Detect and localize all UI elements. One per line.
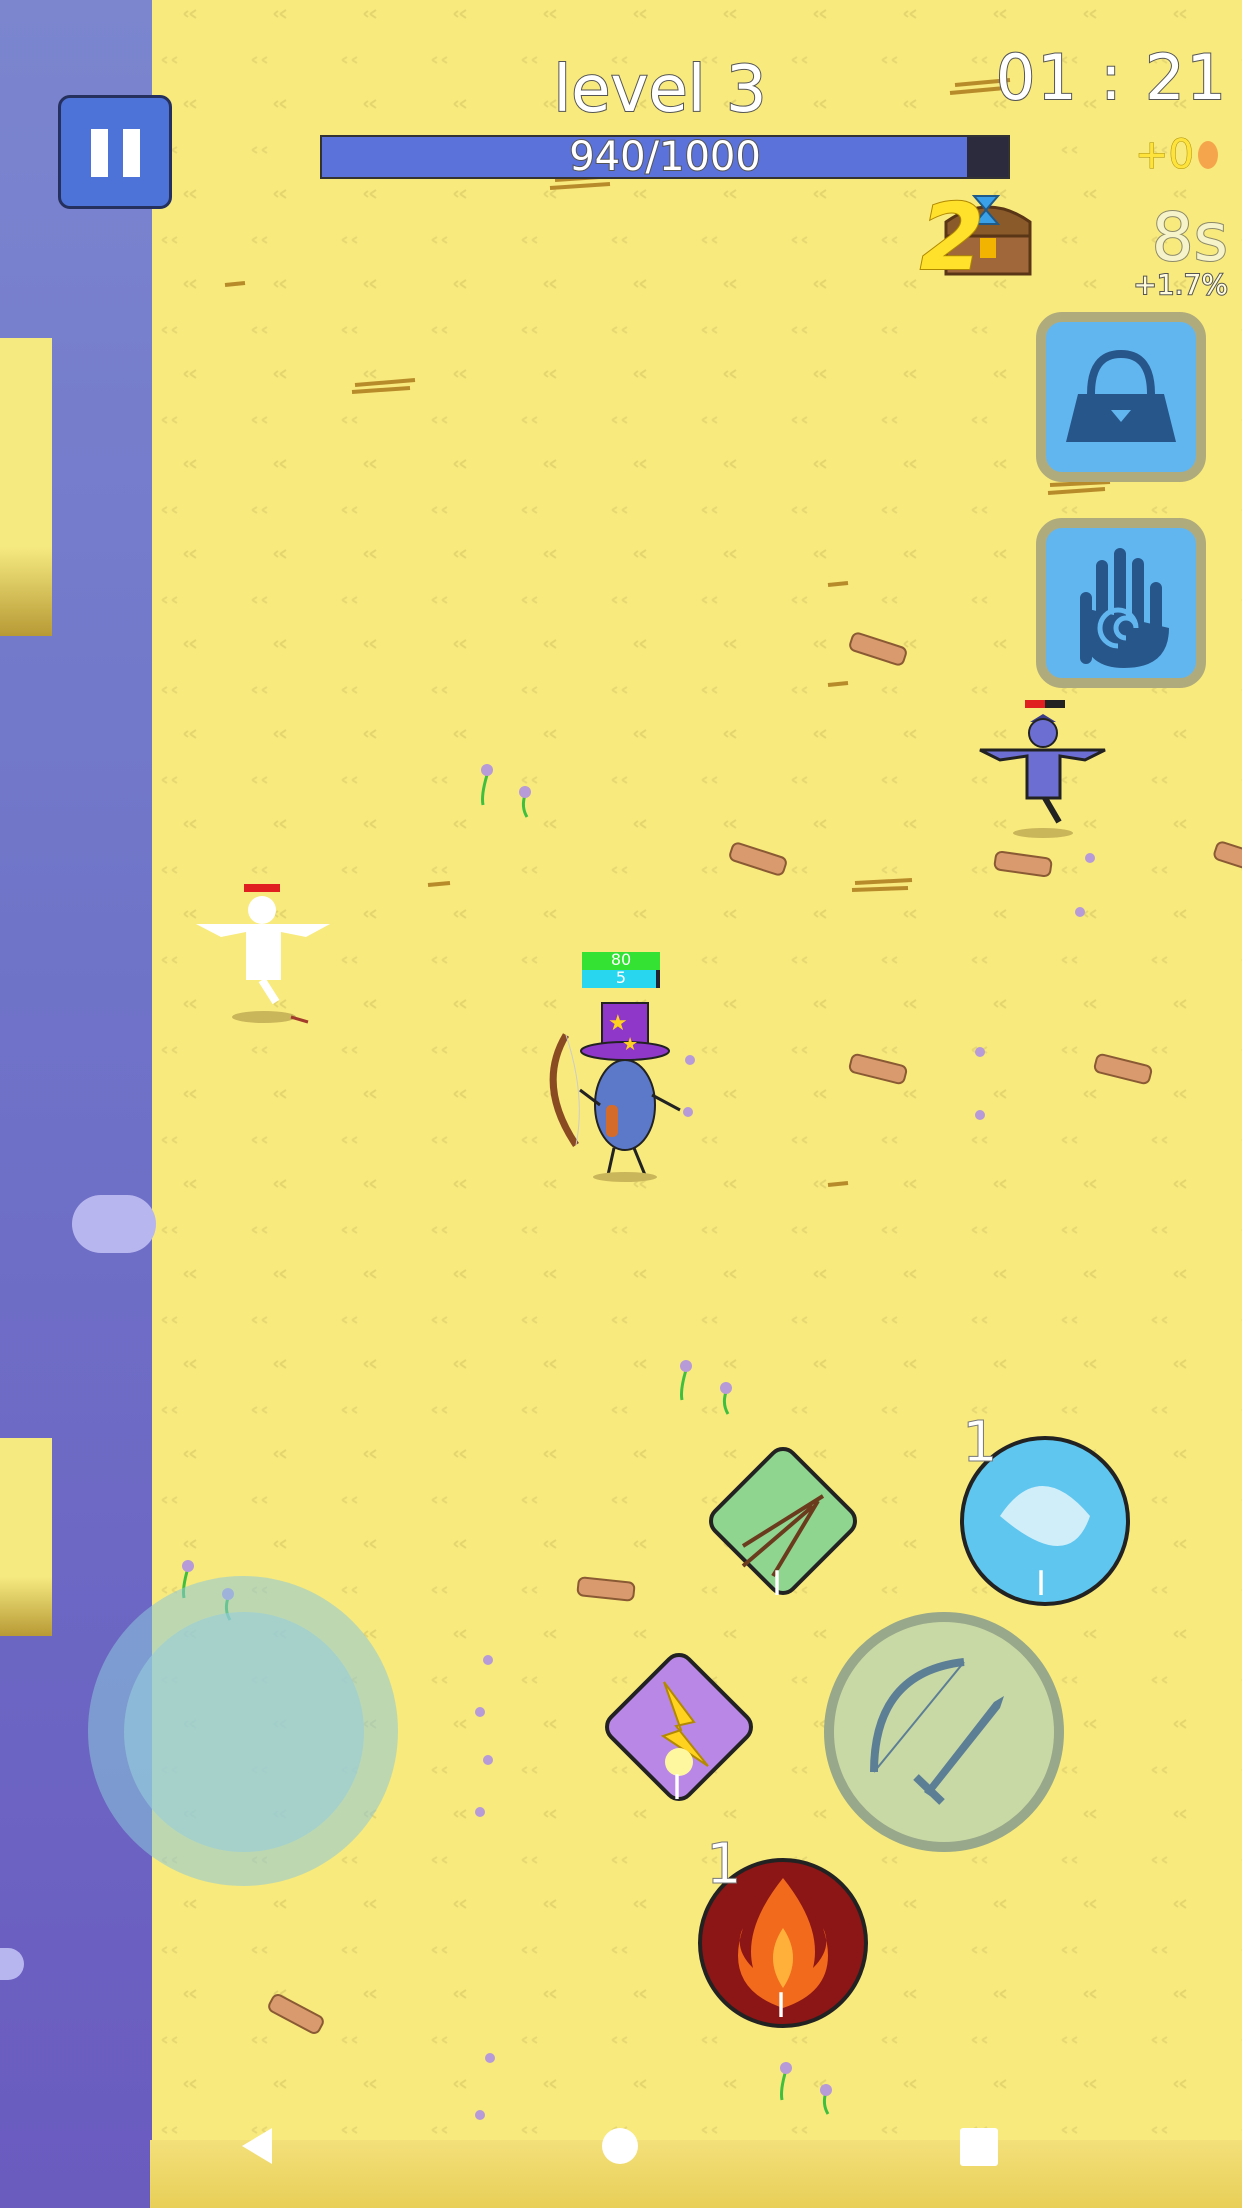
back-nav-button[interactable] (238, 2124, 278, 2168)
chest-count: 2 (919, 184, 985, 291)
skill-rank: I (672, 1768, 683, 1808)
enemy-scarecrow-ghost[interactable] (196, 882, 336, 1030)
coin-counter: +0 (1135, 132, 1195, 179)
bag-icon (1066, 349, 1176, 442)
ground-edge-strip (0, 338, 52, 636)
svg-text:★: ★ (608, 1011, 628, 1036)
coin-icon (1198, 141, 1218, 169)
recents-nav-button[interactable] (960, 2128, 998, 2166)
skill-charge: 1 (962, 1410, 999, 1476)
skill-fire-button[interactable]: 1 I (698, 1832, 868, 2028)
home-nav-button[interactable] (602, 2128, 638, 2164)
inventory-button[interactable] (1036, 312, 1206, 482)
level-label: level 3 (552, 52, 767, 128)
attack-button[interactable] (824, 1612, 1064, 1852)
pause-button[interactable] (58, 95, 172, 209)
wooden-stick (268, 632, 1242, 2034)
out-of-bounds-area (0, 0, 152, 2208)
skill-lightning-button[interactable]: I (594, 1642, 764, 1812)
skill-ice-button[interactable]: 1 I (960, 1410, 1130, 1606)
player-shield-value: 5 (615, 968, 627, 987)
skill-rank: I (772, 1564, 783, 1604)
skill-charge: 1 (706, 1832, 743, 1898)
enemy-scarecrow[interactable] (975, 698, 1109, 838)
player-hp-value: 80 (610, 950, 632, 969)
enemy-health-bar (244, 884, 280, 892)
spiral-hand-icon (1080, 548, 1169, 668)
abilities-button[interactable] (1036, 518, 1206, 688)
xp-text: 940/1000 (568, 134, 762, 180)
chest-bonus: +1.7% (1132, 267, 1229, 302)
game-screen[interactable]: 80 5 ★ ★ level 3 940/1000 01 : 21 +0 2 8… (0, 0, 1242, 2208)
game-timer: 01 : 21 (995, 40, 1228, 115)
cloud (72, 1195, 156, 1253)
svg-text:★: ★ (622, 1034, 638, 1055)
skill-rank: I (776, 1986, 787, 2026)
grass-border (150, 2140, 1242, 2208)
player-wizard: ★ ★ (549, 1002, 681, 1182)
skill-arrows-button[interactable]: I (698, 1436, 868, 1606)
chest-timer: 8s (1151, 198, 1229, 277)
ground-edge-strip (0, 1438, 52, 1636)
joystick-knob[interactable] (124, 1612, 364, 1852)
skill-rank: I (1036, 1564, 1047, 1604)
bow-sword-icon (870, 1658, 1004, 1805)
arrows-icon (709, 1447, 857, 1595)
